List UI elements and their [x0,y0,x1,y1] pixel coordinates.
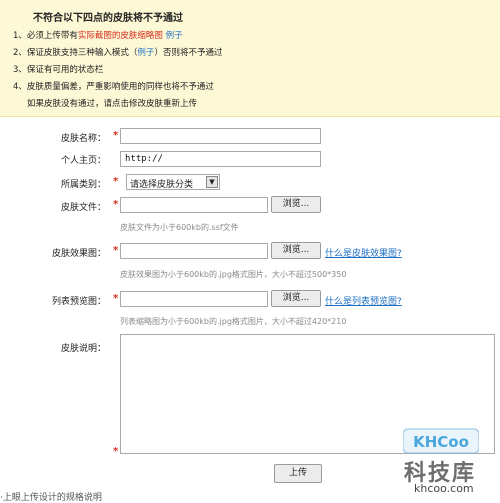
watermark-domain: khcoo.com [414,482,474,495]
homepage-input[interactable] [120,151,321,167]
list-preview-help-link[interactable]: 什么是列表预览图? [325,294,402,307]
list-preview-browse-button[interactable]: 浏览... [271,290,321,307]
notice-line-1-highlight: 实际截图的皮肤缩略图 [77,31,163,41]
example-link-2[interactable]: 例子 [137,48,154,58]
footer-text: ·上眼上传设计的规格说明 [0,493,102,503]
required-mark: * [113,130,119,141]
effect-image-hint: 皮肤效果图为小于600kb的.jpg格式图片，大小不超过500*350 [120,270,347,279]
skin-file-input[interactable] [120,197,268,213]
skin-name-label: 皮肤名称： [60,134,106,144]
category-selected-value: 请选择皮肤分类 [130,180,194,190]
upload-button[interactable]: 上传 [274,464,322,483]
homepage-label: 个人主页： [60,156,106,166]
effect-image-input[interactable] [120,243,268,259]
list-preview-hint: 列表缩略图为小于600kb的.jpg格式图片，大小不超过420*210 [120,317,347,326]
required-mark: * [113,245,119,256]
notice-line-3: 3、保证有可用的状态栏 [13,65,104,75]
skin-file-label: 皮肤文件： [60,203,106,213]
list-preview-input[interactable] [120,291,268,307]
category-select[interactable]: 请选择皮肤分类 ▼ [126,174,220,190]
notice-line-2-tail: ）否则将不予通过 [154,48,223,58]
khcoo-logo-icon: KHCoo [403,428,479,454]
skin-file-browse-button[interactable]: 浏览... [271,196,321,213]
effect-image-browse-button[interactable]: 浏览... [271,242,321,259]
notice-panel: 不符合以下四点的皮肤将不予通过 1、必须上传带有实际截图的皮肤缩略图 例子 2、… [0,0,500,117]
skin-file-hint: 皮肤文件为小于600kb的.ssf文件 [120,223,239,232]
notice-line-4: 4、皮肤质量偏差，严重影响使用的同样也将不予通过 [13,82,214,92]
notice-line-5: 如果皮肤没有通过，请点击修改皮肤重新上传 [27,99,198,109]
notice-line-2-text: 2、保证皮肤支持三种输入模式（ [13,48,138,58]
example-link-1[interactable]: 例子 [166,31,183,41]
notice-line-1: 1、必须上传带有实际截图的皮肤缩略图 例子 [13,29,183,41]
chevron-down-icon[interactable]: ▼ [206,176,218,188]
notice-title: 不符合以下四点的皮肤将不予通过 [33,13,183,24]
required-mark: * [113,199,119,210]
required-mark: * [113,176,119,187]
effect-image-help-link[interactable]: 什么是皮肤效果图? [325,246,402,259]
notice-line-1-text: 1、必须上传带有 [13,31,78,41]
effect-image-label: 皮肤效果图： [51,249,106,259]
description-label: 皮肤说明： [60,344,106,354]
category-label: 所属类别： [60,180,106,190]
required-mark: * [113,446,119,457]
notice-line-2: 2、保证皮肤支持三种输入模式（例子）否则将不予通过 [13,46,222,58]
watermark-logo-text: KHCoo [413,433,469,451]
list-preview-label: 列表预览图： [51,297,106,307]
required-mark: * [113,293,119,304]
skin-name-input[interactable] [120,128,321,144]
